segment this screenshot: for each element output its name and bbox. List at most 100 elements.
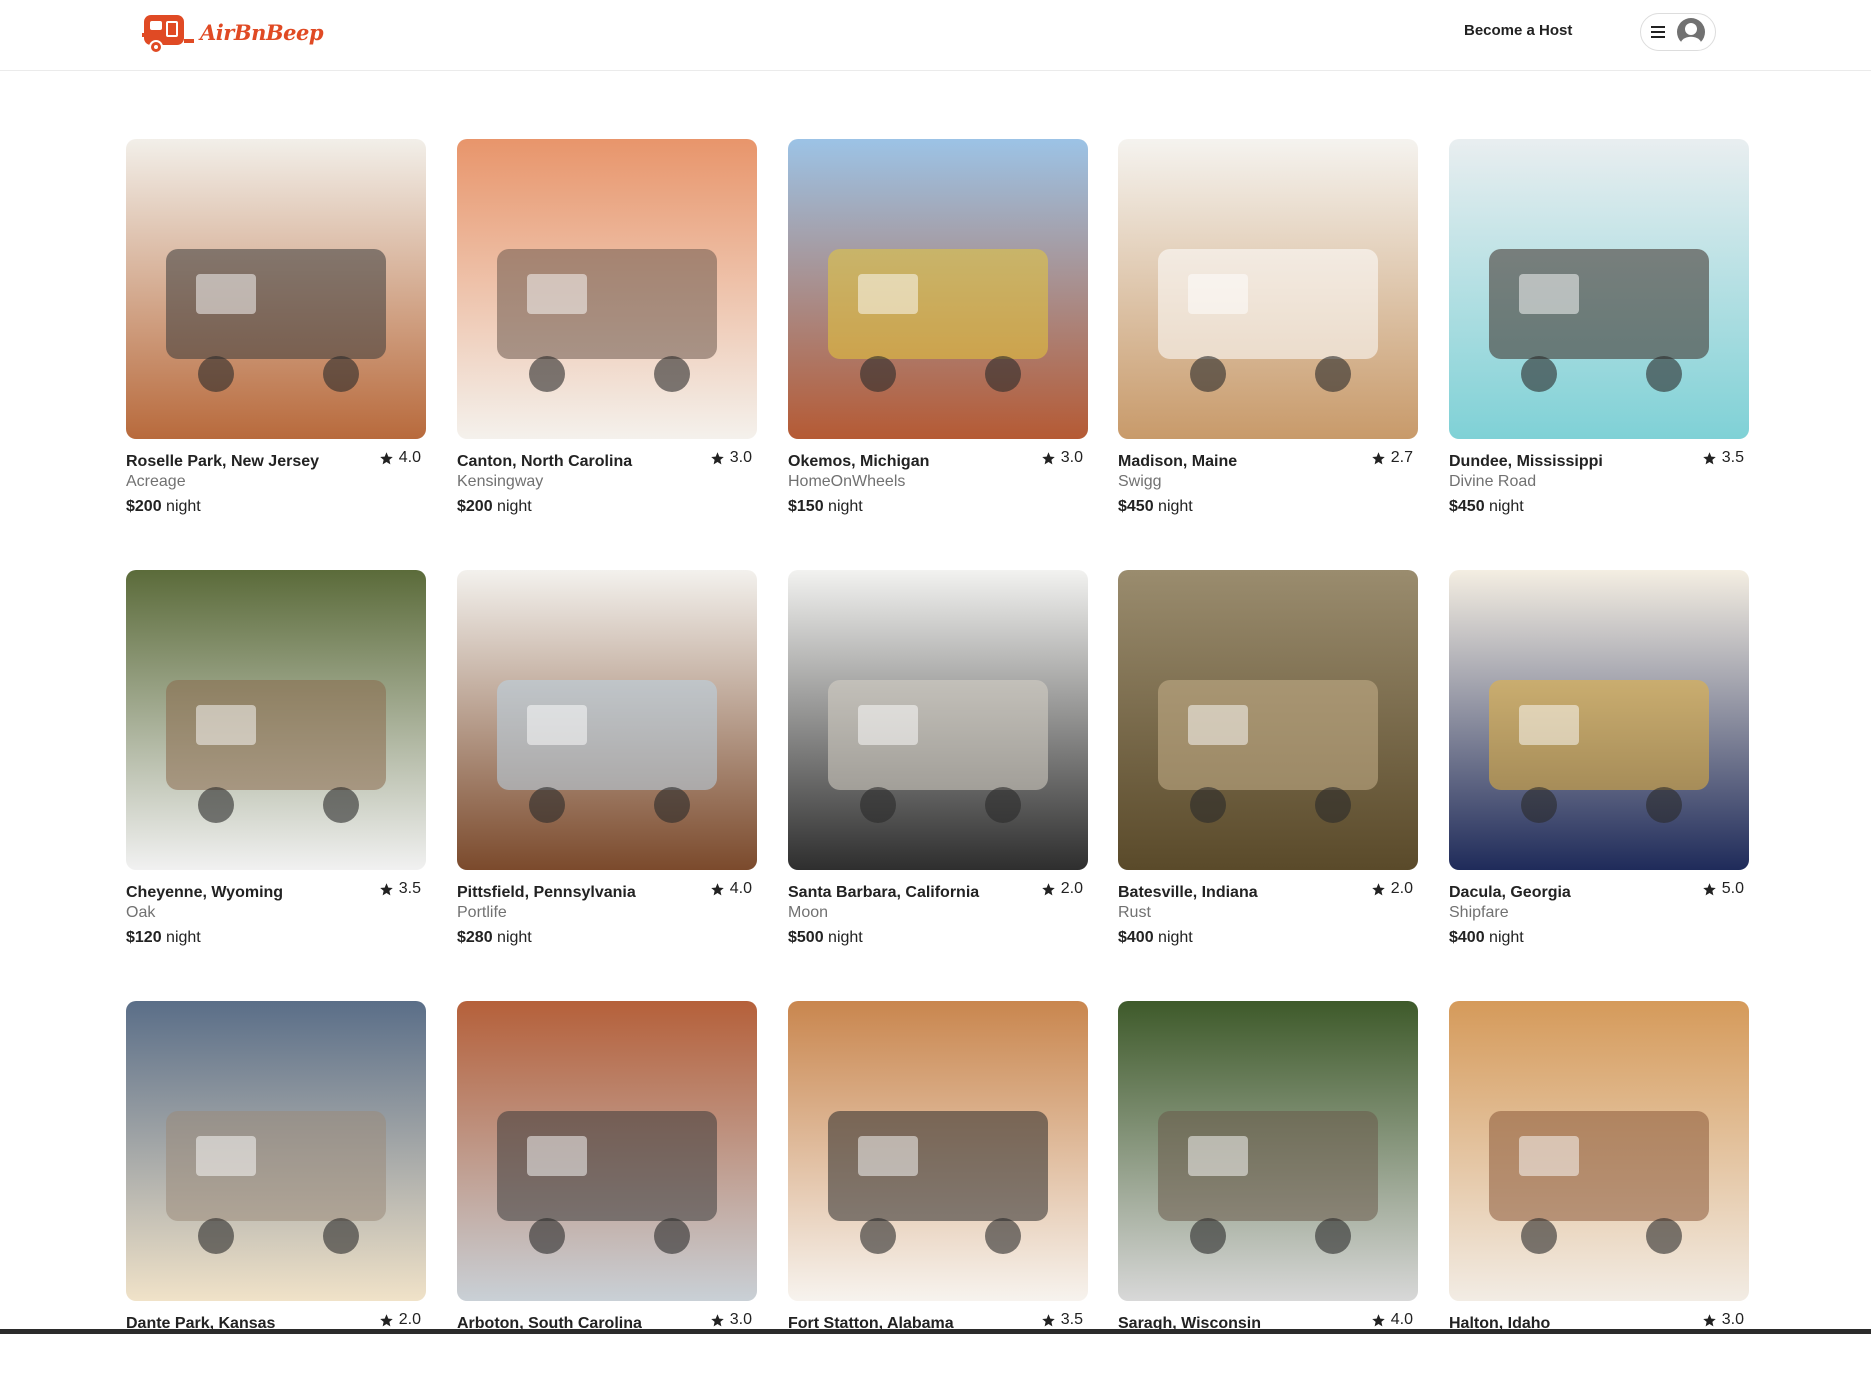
- listing-price-unit: night: [828, 929, 863, 946]
- star-icon: [380, 451, 393, 464]
- star-icon: [711, 451, 724, 464]
- listing-rating: 4.0: [379, 449, 421, 467]
- listing-photo[interactable]: [457, 139, 757, 439]
- listing-card[interactable]: Okemos, Michigan 3.0 HomeOnWheels $150 nigh…: [788, 139, 1088, 519]
- star-icon: [1703, 882, 1716, 895]
- star-icon: [1372, 882, 1385, 895]
- listing-location: Okemos, Michigan: [788, 452, 930, 470]
- listing-photo[interactable]: [1118, 139, 1418, 439]
- listing-photo[interactable]: [1118, 1001, 1418, 1301]
- listing-rating: 3.5: [379, 880, 421, 898]
- listing-card[interactable]: Santa Barbara, California 2.0 Moon $500 nig…: [788, 570, 1088, 950]
- user-menu-button[interactable]: [1640, 13, 1716, 51]
- listing-rating-value: 3.0: [729, 1311, 752, 1328]
- listing-price-unit: night: [1158, 929, 1193, 946]
- listing-card[interactable]: Batesville, Indiana 2.0 Rust $400 night: [1118, 570, 1418, 950]
- listing-rating-value: 4.0: [1390, 1311, 1413, 1328]
- logo[interactable]: AirBnBeep: [140, 9, 324, 55]
- listing-rating-value: 3.0: [1721, 1311, 1744, 1328]
- listing-price: $450 night: [1118, 498, 1193, 516]
- listing-rating: 2.0: [1041, 880, 1083, 898]
- listing-location: Dundee, Mississippi: [1449, 452, 1603, 470]
- listing-rating-value: 3.0: [1060, 449, 1083, 466]
- listing-host: Divine Road: [1449, 473, 1537, 490]
- listing-price: $150 night: [788, 498, 863, 516]
- listing-price: $280 night: [457, 929, 532, 947]
- listing-title-row: Dacula, Georgia 5.0: [1449, 880, 1749, 902]
- listing-price-amount: $500: [788, 929, 824, 946]
- listing-location: Cheyenne, Wyoming: [126, 883, 284, 901]
- listing-price-amount: $280: [457, 929, 493, 946]
- listing-rating: 3.0: [710, 449, 752, 467]
- listing-photo[interactable]: [788, 139, 1088, 439]
- hamburger-menu-icon: [1651, 26, 1665, 38]
- listing-photo[interactable]: [1118, 570, 1418, 870]
- listing-rating-value: 3.5: [398, 880, 421, 897]
- listing-price-amount: $200: [126, 498, 162, 515]
- listing-card[interactable]: Dante Park, Kansas 2.0: [126, 1001, 426, 1381]
- listing-rating: 4.0: [710, 880, 752, 898]
- listing-rating-value: 3.5: [1721, 449, 1744, 466]
- listing-card[interactable]: Fort Statton, Alabama 3.5: [788, 1001, 1088, 1381]
- listing-location: Santa Barbara, California: [788, 883, 980, 901]
- listing-host: Portlife: [457, 904, 507, 921]
- become-host-link[interactable]: Become a Host: [1464, 22, 1572, 39]
- listing-title-row: Batesville, Indiana 2.0: [1118, 880, 1418, 902]
- listing-host: Swigg: [1118, 473, 1162, 490]
- listing-card[interactable]: Canton, North Carolina 3.0 Kensingway $200 …: [457, 139, 757, 519]
- listing-card[interactable]: Arboton, South Carolina 3.0: [457, 1001, 757, 1381]
- listing-price-amount: $450: [1449, 498, 1485, 515]
- camper-logo-icon: [142, 15, 194, 54]
- listing-rating-value: 3.0: [729, 449, 752, 466]
- listing-location: Madison, Maine: [1118, 452, 1238, 470]
- listing-title-row: Dundee, Mississippi 3.5: [1449, 449, 1749, 471]
- listing-photo[interactable]: [1449, 139, 1749, 439]
- listing-card[interactable]: Roselle Park, New Jersey 4.0 Acreage $200 n…: [126, 139, 426, 519]
- star-icon: [1042, 882, 1055, 895]
- listing-photo[interactable]: [126, 139, 426, 439]
- star-icon: [711, 1313, 724, 1326]
- listing-price-amount: $400: [1449, 929, 1485, 946]
- listing-photo[interactable]: [1449, 570, 1749, 870]
- listing-photo[interactable]: [457, 570, 757, 870]
- star-icon: [1372, 451, 1385, 464]
- listing-photo[interactable]: [788, 1001, 1088, 1301]
- listing-price-amount: $400: [1118, 929, 1154, 946]
- listing-price-amount: $120: [126, 929, 162, 946]
- listing-price-unit: night: [1489, 498, 1524, 515]
- listing-card[interactable]: Dundee, Mississippi 3.5 Divine Road $450 ni…: [1449, 139, 1749, 519]
- listing-card[interactable]: Saragh, Wisconsin 4.0: [1118, 1001, 1418, 1381]
- listing-price-amount: $150: [788, 498, 824, 515]
- listing-host: HomeOnWheels: [788, 473, 906, 490]
- listing-location: Canton, North Carolina: [457, 452, 633, 470]
- listing-card[interactable]: Pittsfield, Pennsylvania 4.0 Portlife $280 …: [457, 570, 757, 950]
- listing-price: $200 night: [457, 498, 532, 516]
- listing-price-unit: night: [166, 929, 201, 946]
- listing-photo[interactable]: [457, 1001, 757, 1301]
- listing-price-unit: night: [1158, 498, 1193, 515]
- listing-title-row: Madison, Maine 2.7: [1118, 449, 1418, 471]
- listing-price: $400 night: [1449, 929, 1524, 947]
- listing-rating: 3.5: [1041, 1311, 1083, 1329]
- listing-card[interactable]: Cheyenne, Wyoming 3.5 Oak $120 night: [126, 570, 426, 950]
- listing-title-row: Roselle Park, New Jersey 4.0: [126, 449, 426, 471]
- listing-photo[interactable]: [1449, 1001, 1749, 1301]
- listing-host: Moon: [788, 904, 829, 921]
- star-icon: [711, 882, 724, 895]
- listing-photo[interactable]: [126, 1001, 426, 1301]
- star-icon: [1703, 1313, 1716, 1326]
- listing-price-unit: night: [497, 929, 532, 946]
- listing-rating: 3.0: [710, 1311, 752, 1329]
- listing-title-row: Okemos, Michigan 3.0: [788, 449, 1088, 471]
- listing-photo[interactable]: [126, 570, 426, 870]
- listing-host: Kensingway: [457, 473, 544, 490]
- listing-title-row: Santa Barbara, California 2.0: [788, 880, 1088, 902]
- star-icon: [1042, 451, 1055, 464]
- listing-card[interactable]: Madison, Maine 2.7 Swigg $450 night: [1118, 139, 1418, 519]
- listing-card[interactable]: Halton, Idaho 3.0: [1449, 1001, 1749, 1381]
- listing-host: Acreage: [126, 473, 186, 490]
- listing-rating-value: 3.5: [1060, 1311, 1083, 1328]
- listing-photo[interactable]: [788, 570, 1088, 870]
- listing-rating: 4.0: [1371, 1311, 1413, 1329]
- listing-card[interactable]: Dacula, Georgia 5.0 Shipfare $400 night: [1449, 570, 1749, 950]
